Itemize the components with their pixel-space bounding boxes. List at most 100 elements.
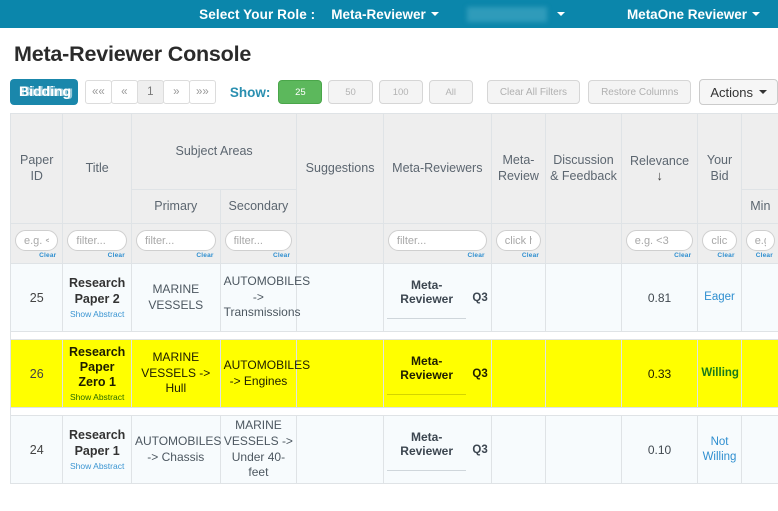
meta-reviewer-name: Meta-Reviewer [386,276,467,320]
show-abstract-link[interactable]: Show Abstract [66,392,128,402]
column-header-meta-review[interactable]: Meta-Review [490,113,547,224]
clear-all-filters-button[interactable]: Clear All Filters [486,80,581,104]
table-body: 25 Research Paper 2 Show Abstract MARINE… [9,263,778,484]
filter-clear-your-bid[interactable]: Clear [702,252,736,259]
show-abstract-link[interactable]: Show Abstract [66,309,128,319]
cell-relevance: 0.33 [620,339,699,408]
cell-secondary-subject: AUTOMOBILES -> Transmissions [219,263,310,332]
sort-descending-icon: ↓ [656,168,663,184]
chevron-down-icon [752,12,760,16]
column-header-discussion-feedback[interactable]: Discussion & Feedback [545,113,622,224]
cell-meta-review[interactable] [490,415,547,484]
bid-link[interactable]: Willing [701,367,739,379]
column-header-meta-reviewers[interactable]: Meta-Reviewers [382,113,492,224]
filter-cell-meta-review: Clear [490,223,547,264]
papers-table-container: Paper ID Title Subject Areas Suggestions… [0,105,778,484]
pagination-prev-button[interactable]: « [110,80,138,104]
filter-input-meta-review[interactable] [495,230,542,251]
bid-link[interactable]: Eager [704,291,735,303]
filter-input-your-bid[interactable] [702,230,737,251]
column-header-arxiv-group: Have Submitted ArXiv, Preprint or Supple… [740,113,778,190]
column-header-title[interactable]: Title [62,113,132,224]
cell-primary-subject: AUTOMOBILES -> Chassis [130,415,221,484]
show-abstract-link[interactable]: Show Abstract [66,461,128,471]
status-badge-bidding: Bidding Bidding [10,79,78,105]
cell-min [740,263,778,332]
filter-clear-min[interactable]: Clear [746,252,775,259]
column-header-relevance-label: Relevance [630,153,690,168]
cell-primary-subject: MARINE VESSELS [130,263,221,332]
filter-input-meta-reviewers[interactable] [387,230,487,251]
role-dropdown-label: Meta-Reviewer [331,6,426,22]
filter-clear-primary[interactable]: Clear [136,252,216,259]
redacted-user-dropdown[interactable] [449,6,579,22]
cell-discussion[interactable] [545,415,622,484]
cell-title: Research Paper Zero 1 Show Abstract [62,339,132,408]
column-header-min[interactable]: Min [740,189,778,224]
pagination-controls: «« « 1 » »» [84,80,216,104]
cell-suggestions[interactable] [296,339,384,408]
filter-clear-secondary[interactable]: Clear [225,252,293,259]
role-dropdown-meta-reviewer[interactable]: Meta-Reviewer [321,7,449,22]
cell-discussion[interactable] [545,263,622,332]
filter-clear-title[interactable]: Clear [67,252,127,259]
page-size-25-button[interactable]: 25 [278,80,323,104]
chevron-down-icon [556,12,565,16]
cell-suggestions[interactable] [296,415,384,484]
cell-discussion[interactable] [545,339,622,408]
table-filter-row: Clear Clear Clear Clear Clear Clear [9,223,778,264]
paper-title-text: Research Paper 2 [69,276,126,306]
papers-table: Paper ID Title Subject Areas Suggestions… [9,113,778,484]
filter-clear-relevance[interactable]: Clear [626,252,694,259]
status-badge-ghost-label: Bidding [21,83,74,100]
filter-cell-discussion [545,223,622,264]
table-row[interactable]: 24 Research Paper 1 Show Abstract AUTOMO… [9,415,778,484]
filter-input-min[interactable] [745,230,775,251]
column-header-relevance[interactable]: Relevance ↓ [620,113,699,224]
filter-input-relevance[interactable] [625,230,694,251]
account-menu-metaone-reviewer[interactable]: MetaOne Reviewer [617,7,770,22]
cell-min [740,415,778,484]
filter-input-title[interactable] [67,230,127,251]
bid-link[interactable]: Not Willing [703,436,737,462]
cell-meta-review[interactable] [490,339,547,408]
cell-relevance: 0.81 [620,263,699,332]
table-row[interactable]: 25 Research Paper 2 Show Abstract MARINE… [9,263,778,332]
column-header-your-bid[interactable]: Your Bid [697,113,742,224]
column-header-primary[interactable]: Primary [130,189,221,224]
filter-input-primary[interactable] [135,230,216,251]
restore-columns-button[interactable]: Restore Columns [588,80,692,104]
pagination-last-button[interactable]: »» [188,80,216,104]
filter-cell-your-bid: Clear [697,223,742,264]
cell-paper-id: 25 [9,263,64,332]
filter-input-paper-id[interactable] [15,230,59,251]
pagination-first-button[interactable]: «« [84,80,112,104]
page-size-all-button[interactable]: All [428,80,473,104]
pagination-next-button[interactable]: » [162,80,190,104]
filter-cell-min: Clear [740,223,778,264]
actions-dropdown-button[interactable]: Actions [699,79,778,105]
filter-clear-meta-reviewers[interactable]: Clear [388,252,487,259]
filter-cell-title: Clear [62,223,132,264]
console-toolbar: Bidding Bidding «« « 1 » »» Show: 25 50 … [0,67,778,105]
page-size-100-button[interactable]: 100 [378,80,423,104]
table-row[interactable]: 26 Research Paper Zero 1 Show Abstract M… [9,339,778,408]
filter-cell-primary: Clear [130,223,221,264]
column-header-secondary[interactable]: Secondary [219,189,298,224]
pagination-current-page[interactable]: 1 [136,80,164,104]
select-role-label: Select Your Role : [199,6,316,22]
table-header: Paper ID Title Subject Areas Suggestions… [9,113,778,264]
chevron-down-icon [430,12,439,16]
filter-clear-paper-id[interactable]: Clear [15,252,58,259]
column-header-suggestions[interactable]: Suggestions [296,113,384,224]
column-header-paper-id[interactable]: Paper ID [9,113,64,224]
redacted-user-label [466,6,547,22]
page-size-50-button[interactable]: 50 [328,80,373,104]
cell-paper-id: 24 [9,415,64,484]
cell-meta-reviewers: Meta-Reviewer Q3 [382,339,492,408]
cell-meta-review[interactable] [490,263,547,332]
role-selector-group: Select Your Role : Meta-Reviewer [199,6,579,22]
account-menu-group: MetaOne Reviewer [617,0,770,28]
filter-clear-meta-review[interactable]: Clear [496,252,541,259]
filter-input-secondary[interactable] [224,230,293,251]
